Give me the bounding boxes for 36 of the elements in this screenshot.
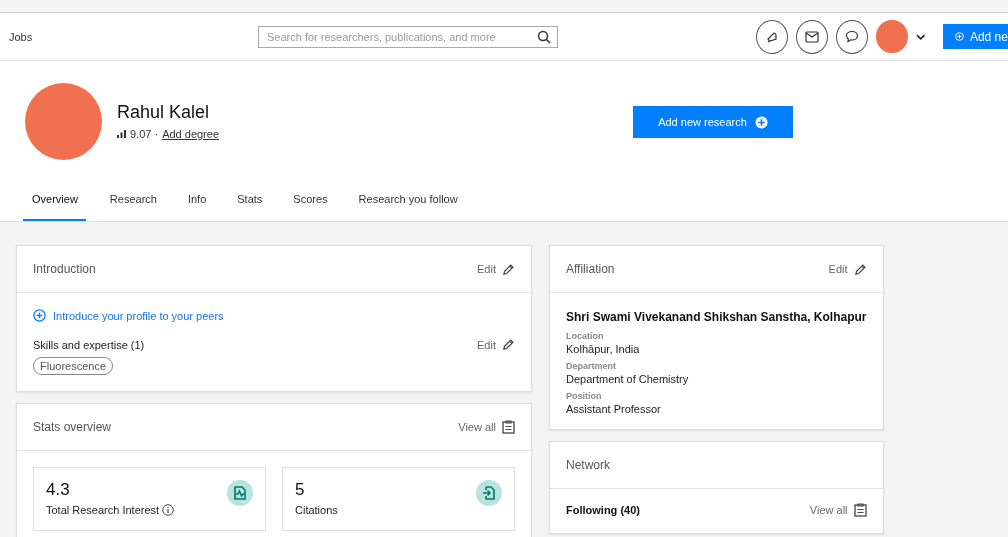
edit-link[interactable]: Edit bbox=[477, 338, 515, 351]
add-research-button[interactable]: Add new research bbox=[633, 106, 793, 138]
field-label: Position bbox=[566, 391, 603, 401]
profile-tab[interactable]: Info bbox=[187, 184, 207, 221]
stat-label: Total Research Interest bbox=[46, 504, 160, 516]
field-label: Location bbox=[566, 331, 605, 341]
edit-link[interactable]: Edit bbox=[828, 262, 867, 276]
following-heading: Following (40) bbox=[566, 504, 640, 516]
edit-link[interactable]: Edit bbox=[477, 262, 515, 276]
profile-tab[interactable]: Scores bbox=[293, 184, 328, 221]
field-value: Kolhāpur, India bbox=[566, 343, 641, 355]
institution-name[interactable]: Shri Swami Vivekanand Shikshan Sanstha, Kolhapur bbox=[566, 309, 867, 325]
card-title: Introduction bbox=[33, 262, 96, 276]
profile-tab[interactable]: Overview bbox=[23, 184, 86, 221]
score-value: 9.07 · bbox=[130, 128, 159, 140]
introduce-profile-link[interactable]: Introduce your profile to your peers bbox=[33, 309, 515, 322]
card-title: Affiliation bbox=[566, 262, 615, 276]
skills-heading: Skills and expertise (1) bbox=[33, 338, 145, 351]
stat-value: 5 bbox=[295, 480, 306, 500]
profile-tab[interactable]: Research bbox=[109, 184, 157, 221]
view-all-link[interactable]: View all bbox=[809, 503, 867, 517]
add-degree-link[interactable]: Add degree bbox=[162, 128, 220, 140]
search-field[interactable]: Search for researchers, publications, and more bbox=[258, 25, 558, 48]
jobs-link[interactable]: Jobs bbox=[9, 30, 258, 43]
profile-tab[interactable]: Stats bbox=[237, 184, 263, 221]
add-button[interactable]: Add ne bbox=[943, 24, 1008, 49]
field-value: Department of Chemistry bbox=[566, 373, 690, 385]
stat-value: 4.3 bbox=[46, 480, 71, 500]
profile-name: Rahul Kalel bbox=[117, 102, 211, 123]
field-label: Department bbox=[566, 361, 617, 371]
view-all-link[interactable]: View all bbox=[458, 420, 515, 434]
profile-tab[interactable]: Research you follow bbox=[358, 184, 458, 221]
stat-label: Citations bbox=[295, 504, 338, 516]
card-title: Stats overview bbox=[33, 420, 112, 434]
field-value: Assistant Professor bbox=[566, 403, 662, 415]
card-title: Network bbox=[566, 458, 610, 472]
